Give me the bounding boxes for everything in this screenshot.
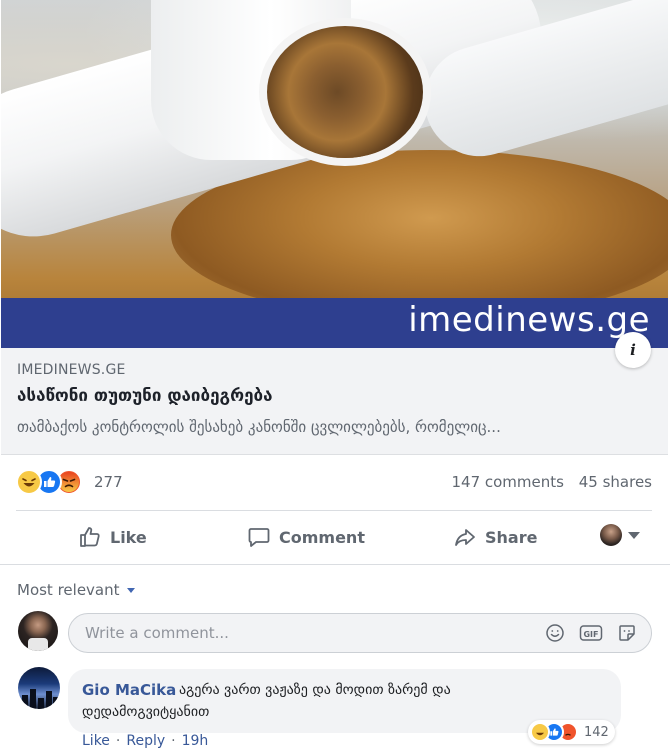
- comment-input-box[interactable]: GIF: [68, 613, 652, 653]
- reaction-icons[interactable]: [16, 469, 96, 495]
- sticker-icon[interactable]: [617, 623, 637, 643]
- commenter-avatar[interactable]: [18, 667, 60, 709]
- comment-meta: Like · Reply · 19h: [82, 733, 208, 749]
- comments-count[interactable]: 147 comments: [451, 473, 563, 491]
- thumbs-up-icon: [80, 527, 100, 547]
- reaction-count[interactable]: 277: [94, 473, 123, 491]
- meta-separator: ·: [171, 733, 176, 749]
- profile-avatar: [600, 524, 622, 546]
- comments-shares-counts: 147 comments 45 shares: [441, 473, 652, 491]
- share-arrow-icon: [455, 529, 475, 546]
- haha-reaction-icon: [530, 722, 550, 742]
- caret-down-icon: [126, 587, 135, 593]
- post-as-selector[interactable]: [600, 524, 640, 546]
- share-label: Share: [485, 527, 538, 547]
- post-action-bar: Like Comment Share: [0, 512, 670, 562]
- comment-input-tools: GIF: [545, 623, 637, 643]
- meta-separator: ·: [115, 733, 121, 749]
- comment-author[interactable]: Gio MaCika: [82, 681, 176, 699]
- like-label: Like: [110, 527, 147, 547]
- comment-text-line-1: აგერა ვართ ვაჟაზე და მოდით ზარემ და: [179, 682, 451, 698]
- comment-sort-dropdown[interactable]: Most relevant: [17, 581, 135, 599]
- share-button[interactable]: Share: [453, 512, 537, 562]
- comment-input[interactable]: [85, 614, 505, 652]
- comment-reaction-count: 142: [584, 724, 609, 740]
- comment-reactions[interactable]: 142: [528, 720, 615, 744]
- link-domain: IMEDINEWS.GE: [17, 362, 126, 378]
- comment-label: Comment: [279, 527, 365, 547]
- divider: [16, 510, 652, 511]
- article-preview-image[interactable]: [1, 0, 668, 348]
- current-user-avatar[interactable]: [18, 611, 58, 651]
- comment-sort-label: Most relevant: [17, 581, 120, 599]
- comment-like-link[interactable]: Like: [82, 733, 110, 749]
- comment-button[interactable]: Comment: [247, 512, 365, 562]
- shares-count[interactable]: 45 shares: [579, 473, 652, 491]
- comment-text-line-2: დედამოგვიტყანით: [82, 704, 210, 720]
- emoji-icon[interactable]: [545, 623, 565, 643]
- comment-bubble-icon: [248, 528, 270, 547]
- comment-reply-link[interactable]: Reply: [126, 733, 165, 749]
- comments-section: Most relevant GIF Gio MaCika აგერა ვართ …: [0, 564, 670, 752]
- link-description: თამბაქოს კონტროლის შესახებ კანონში ცვლილ…: [17, 418, 501, 436]
- post-stats-row: 277 147 comments 45 shares: [0, 456, 670, 508]
- link-preview[interactable]: IMEDINEWS.GE ასაწონი თუთუნი დაიბეგრება თ…: [1, 348, 668, 455]
- svg-text:GIF: GIF: [583, 630, 598, 639]
- like-button[interactable]: Like: [78, 512, 147, 562]
- image-cigarette-end: [267, 26, 423, 158]
- gif-icon[interactable]: GIF: [579, 623, 603, 643]
- link-title[interactable]: ასაწონი თუთუნი დაიბეგრება: [17, 386, 273, 406]
- info-icon[interactable]: i: [615, 332, 651, 368]
- comment-timestamp[interactable]: 19h: [182, 733, 209, 749]
- watermark-text: imedinews.ge: [408, 300, 650, 340]
- watermark-bar: imedinews.ge: [1, 298, 668, 348]
- haha-reaction-icon: [16, 469, 42, 495]
- chevron-down-icon: [628, 531, 640, 539]
